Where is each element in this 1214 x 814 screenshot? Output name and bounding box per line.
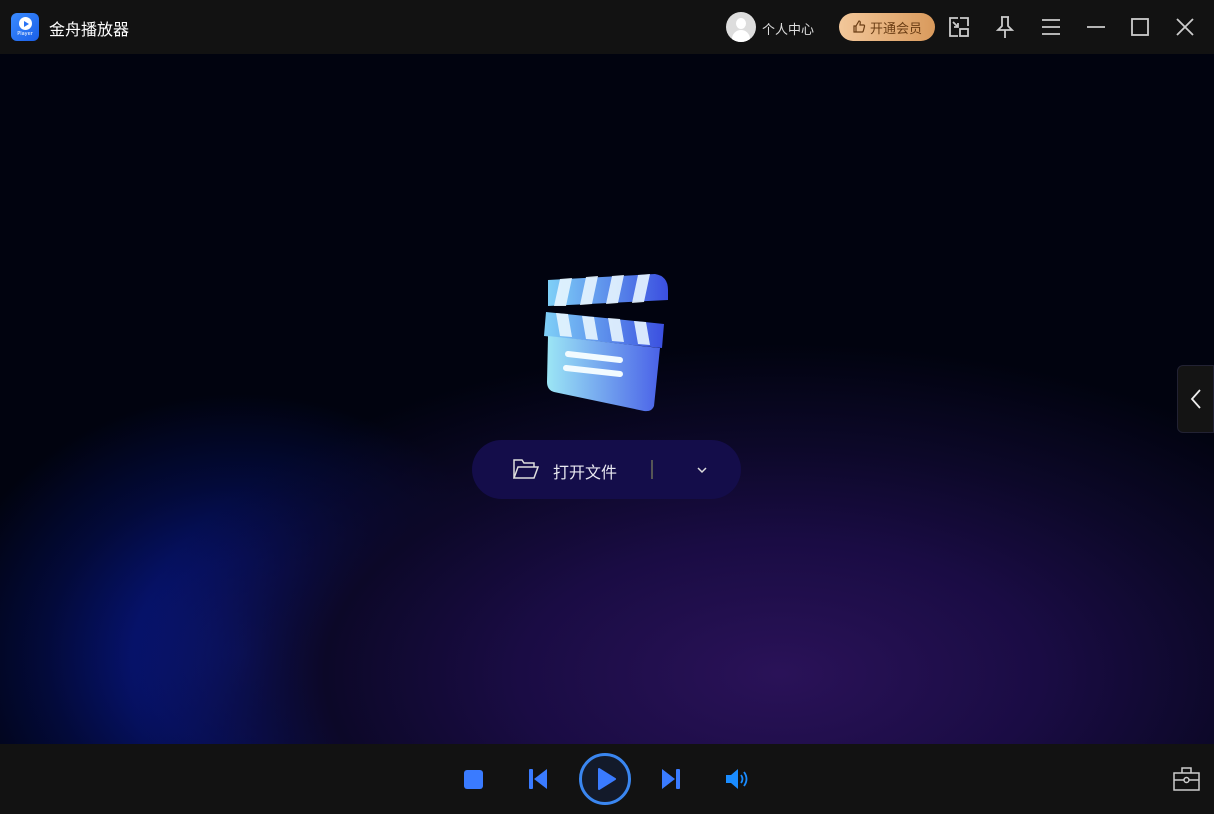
menu-button[interactable] [1036, 12, 1066, 42]
app-logo: Player [11, 13, 39, 41]
open-file-button[interactable]: 打开文件 [472, 440, 741, 499]
maximize-icon [1131, 18, 1149, 36]
stop-button[interactable] [462, 768, 484, 790]
mini-mode-button[interactable] [944, 12, 974, 42]
open-file-label: 打开文件 [553, 463, 618, 482]
video-area[interactable]: 打开文件 [0, 54, 1214, 744]
toolbox-button[interactable] [1172, 766, 1200, 792]
clapperboard-icon [544, 274, 668, 412]
previous-button[interactable] [527, 768, 549, 790]
control-bar [0, 744, 1214, 814]
chevron-left-icon [1190, 389, 1201, 409]
close-button[interactable] [1170, 12, 1200, 42]
maximize-button[interactable] [1125, 12, 1155, 42]
pin-icon [995, 16, 1015, 38]
play-icon [598, 768, 616, 790]
minimize-button[interactable] [1081, 12, 1111, 42]
stop-icon [463, 769, 483, 789]
minimize-icon [1087, 26, 1105, 28]
skip-back-icon [529, 769, 547, 789]
pin-button[interactable] [990, 12, 1020, 42]
close-icon [1176, 18, 1194, 36]
menu-icon [1042, 19, 1060, 35]
vip-button[interactable]: 开通会员 [839, 13, 935, 41]
logo-text: Player [17, 31, 33, 37]
skip-forward-icon [662, 769, 680, 789]
app-title: 金舟播放器 [49, 20, 130, 39]
play-button[interactable] [579, 753, 631, 805]
chevron-down-icon[interactable] [696, 466, 708, 474]
vip-label: 开通会员 [869, 21, 922, 37]
folder-icon [513, 459, 539, 479]
volume-icon [726, 769, 748, 789]
toolbox-icon [1172, 767, 1200, 791]
user-center-link[interactable]: 个人中心 [762, 19, 814, 38]
divider [651, 460, 653, 479]
picture-in-picture-icon [949, 17, 969, 37]
thumbs-up-icon [853, 20, 866, 33]
volume-button[interactable] [724, 767, 750, 791]
playlist-toggle-button[interactable] [1177, 365, 1214, 433]
avatar[interactable] [726, 12, 756, 42]
title-bar: Player 金舟播放器 个人中心 开通会员 [0, 0, 1214, 54]
next-button[interactable] [660, 768, 682, 790]
